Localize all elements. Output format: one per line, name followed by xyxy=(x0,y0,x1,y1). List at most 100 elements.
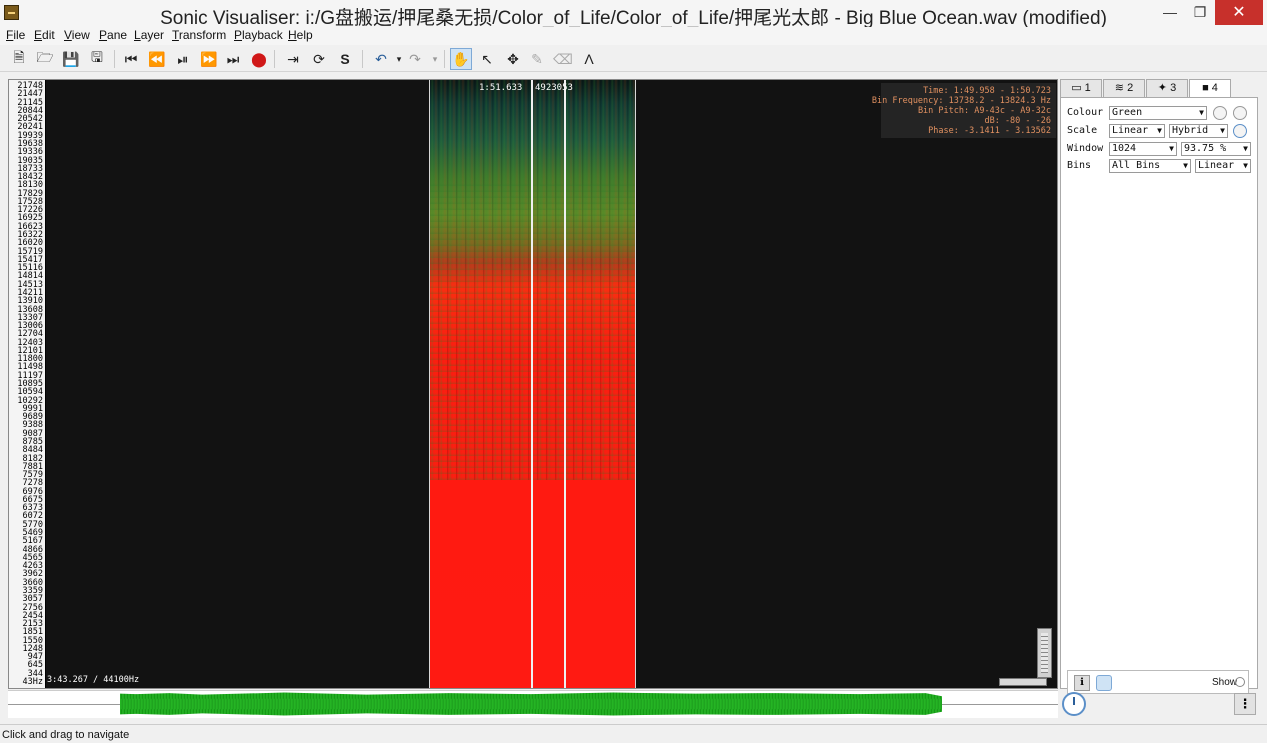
colour-dropdown[interactable]: Green ▼ xyxy=(1109,106,1207,120)
tab-2[interactable]: ≋ 2 xyxy=(1103,79,1145,97)
bins-mode-dropdown[interactable]: Linear ▼ xyxy=(1195,159,1251,173)
menu-help[interactable]: Help xyxy=(288,28,313,42)
tab-1[interactable]: ▭ 1 xyxy=(1060,79,1102,97)
redo-icon[interactable]: ↷ xyxy=(404,48,426,70)
rewind-icon[interactable]: ⏪ xyxy=(146,48,168,70)
window-title: Sonic Visualiser: i:/G盘搬运/押尾桑无损/Color_of… xyxy=(160,8,1107,29)
play-selection-icon[interactable]: ⇥ xyxy=(282,48,304,70)
frequency-tick: 43Hz xyxy=(22,677,43,687)
record-icon[interactable]: ⬤ xyxy=(248,48,270,70)
close-button[interactable]: ✕ xyxy=(1215,0,1263,25)
bins-value: All Bins xyxy=(1112,160,1161,171)
move-icon[interactable]: ✥ xyxy=(502,48,524,70)
tab-1-label: 1 xyxy=(1084,82,1091,94)
scale-mode-value: Hybrid xyxy=(1172,125,1209,136)
select-icon[interactable]: ↖ xyxy=(476,48,498,70)
overview-menu-button[interactable]: ⋮ xyxy=(1234,693,1256,715)
menu-layer[interactable]: Layer xyxy=(134,28,164,42)
measure-icon[interactable]: Λ xyxy=(578,48,600,70)
spectrogram-icon: ■ xyxy=(1202,82,1209,94)
tab-4-label: 4 xyxy=(1211,82,1218,94)
spectrogram-right-edge xyxy=(635,80,636,688)
title-bar: Sonic Visualiser: i:/G盘搬运/押尾桑无损/Color_of… xyxy=(0,0,1267,29)
menu-view[interactable]: View xyxy=(64,28,90,42)
cursor-frame: 4923053 xyxy=(535,83,573,93)
chevron-down-icon: ▼ xyxy=(1243,161,1248,170)
menu-transform[interactable]: Transform xyxy=(172,28,226,42)
cursor-time: 1:51.633 xyxy=(479,83,523,93)
chevron-down-icon: ▼ xyxy=(1220,126,1225,135)
colour-value: Green xyxy=(1112,107,1143,118)
horizontal-zoom-control[interactable] xyxy=(999,678,1047,686)
fast-forward-icon[interactable]: ⏩ xyxy=(198,48,220,70)
measurement-info: Time: 1:49.958 - 1:50.723 Bin Frequency:… xyxy=(872,83,1056,138)
tab-3-label: 3 xyxy=(1170,82,1177,94)
solo-icon[interactable]: S xyxy=(334,48,356,70)
rewind-start-icon[interactable]: ⏮ xyxy=(120,48,142,70)
colour-label: Colour xyxy=(1067,107,1104,118)
window-size-value: 1024 xyxy=(1112,143,1137,154)
tab-2-label: 2 xyxy=(1127,82,1134,94)
scale-dropdown[interactable]: Linear ▼ xyxy=(1109,124,1165,138)
tab-4[interactable]: ■ 4 xyxy=(1189,79,1231,98)
info-db: dB: -80 - -26 xyxy=(984,116,1051,126)
overview-pane[interactable] xyxy=(8,690,1058,718)
bins-dropdown[interactable]: All Bins ▼ xyxy=(1109,159,1191,173)
menu-pane[interactable]: Pane xyxy=(99,28,127,42)
window-size-dropdown[interactable]: 1024 ▼ xyxy=(1109,142,1177,156)
info-bin-frequency: Bin Frequency: 13738.2 - 13824.3 Hz xyxy=(871,96,1051,106)
scale-mode-dropdown[interactable]: Hybrid ▼ xyxy=(1169,124,1228,138)
play-layer-icon[interactable] xyxy=(1096,675,1112,691)
window-overlap-value: 93.75 % xyxy=(1184,143,1227,154)
menu-playback[interactable]: Playback xyxy=(234,28,283,42)
property-panel: ▭ 1 ≋ 2 ✦ 3 ■ 4 Colour Green ▼ Scale Line… xyxy=(1060,79,1258,694)
duration-label: 3:43.267 / 44100Hz xyxy=(47,675,140,685)
tab-3[interactable]: ✦ 3 xyxy=(1146,79,1188,97)
fast-forward-end-icon[interactable]: ⏭ xyxy=(222,48,244,70)
bins-label: Bins xyxy=(1067,160,1092,171)
info-phase: Phase: -3.1411 - 3.13562 xyxy=(928,126,1051,136)
spectrogram-pane[interactable]: 21748 21447 21145 20844 20542 20241 19939 19638… xyxy=(8,79,1058,689)
show-toggle[interactable] xyxy=(1235,677,1245,687)
waveform-icon: ≋ xyxy=(1114,82,1125,94)
save-session-icon[interactable]: 🖫 xyxy=(86,48,108,70)
layer-tabs: ▭ 1 ≋ 2 ✦ 3 ■ 4 xyxy=(1060,79,1258,98)
draw-icon[interactable]: ✎ xyxy=(526,48,548,70)
erase-icon[interactable]: ⌫ xyxy=(552,48,574,70)
window-label: Window xyxy=(1067,143,1104,154)
gain-knob[interactable] xyxy=(1213,106,1227,120)
playback-speed-knob[interactable] xyxy=(1062,692,1086,716)
status-text: Click and drag to navigate xyxy=(2,729,130,741)
menu-file[interactable]: File xyxy=(6,28,25,42)
loop-icon[interactable]: ⟳ xyxy=(308,48,330,70)
play-pause-icon[interactable]: ⏯ xyxy=(172,48,194,70)
redo-dropdown-icon[interactable]: ▾ xyxy=(424,48,446,70)
menu-edit[interactable]: Edit xyxy=(34,28,55,42)
toolbar: 🗎 🗁 💾 🖫 ⏮ ⏪ ⏯ ⏩ ⏭ ⬤ ⇥ ⟳ S ↶ ▾ ↷ ▾ ✋ ↖ ✥ … xyxy=(0,45,1267,72)
playhead[interactable] xyxy=(564,80,566,688)
open-file-icon[interactable]: 🗁 xyxy=(34,48,56,70)
minimize-button[interactable]: — xyxy=(1155,0,1185,25)
frequency-scale: 21748 21447 21145 20844 20542 20241 19939 19638… xyxy=(9,80,45,688)
chevron-down-icon: ▼ xyxy=(1199,108,1204,117)
tab-content: Colour Green ▼ Scale Linear ▼ Hybrid ▼ Wind… xyxy=(1060,97,1258,694)
layer-info-icon[interactable]: ℹ xyxy=(1074,675,1090,691)
navigate-icon[interactable]: ✋ xyxy=(450,48,472,70)
new-file-icon[interactable]: 🗎 xyxy=(8,48,30,70)
threshold-knob[interactable] xyxy=(1233,106,1247,120)
chevron-down-icon: ▼ xyxy=(1243,144,1248,153)
vertical-zoom-slider[interactable] xyxy=(1037,628,1052,678)
chevron-down-icon: ▼ xyxy=(1169,144,1174,153)
cursor-line xyxy=(531,80,533,688)
save-file-icon[interactable]: 💾 xyxy=(60,48,82,70)
info-bin-pitch: Bin Pitch: A9-43c - A9-32c xyxy=(917,106,1051,116)
window-overlap-dropdown[interactable]: 93.75 % ▼ xyxy=(1181,142,1251,156)
menu-bar: File Edit View Pane Layer Transform Play… xyxy=(0,27,1267,45)
show-label: Show xyxy=(1212,677,1238,688)
scale-value: Linear xyxy=(1112,125,1149,136)
maximize-button[interactable]: ❐ xyxy=(1185,0,1215,25)
colour-rotation-knob[interactable] xyxy=(1233,124,1247,138)
ruler-icon: ▭ xyxy=(1071,82,1082,94)
chevron-down-icon: ▼ xyxy=(1183,161,1188,170)
scale-label: Scale xyxy=(1067,125,1098,136)
